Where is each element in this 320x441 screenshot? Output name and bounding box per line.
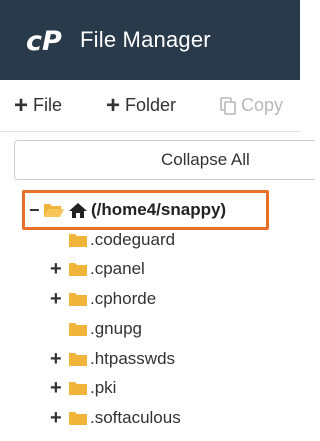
- cpanel-logo-icon: cP: [26, 26, 62, 55]
- expand-plus-icon[interactable]: +: [50, 408, 62, 428]
- tree-item-label: .cphorde: [90, 289, 157, 308]
- new-file-button[interactable]: + File: [14, 91, 63, 119]
- expand-plus-icon[interactable]: +: [50, 289, 62, 309]
- tree-item-pki[interactable]: + .pki: [0, 374, 300, 402]
- folder-icon: [69, 353, 87, 366]
- folder-icon: [69, 263, 87, 276]
- collapse-minus-icon[interactable]: −: [29, 200, 43, 221]
- tree-item-htpasswds[interactable]: + .htpasswds: [0, 345, 300, 373]
- folder-icon: [69, 382, 87, 395]
- tree-root-label: (/home4/snappy): [91, 200, 227, 219]
- expand-plus-icon[interactable]: +: [50, 378, 62, 398]
- new-folder-label: Folder: [125, 95, 177, 115]
- tree-root-home[interactable]: − (/home4/snappy): [22, 190, 269, 230]
- expand-plus-icon[interactable]: +: [50, 349, 62, 369]
- tree-item-gnupg[interactable]: .gnupg: [0, 315, 300, 343]
- copy-icon: [220, 96, 236, 115]
- tree-item-label: .softaculous: [90, 408, 181, 427]
- tree-item-label: .gnupg: [90, 319, 142, 338]
- tree-item-label: .htpasswds: [90, 349, 176, 368]
- new-file-label: File: [33, 95, 63, 115]
- folder-icon: [69, 234, 87, 247]
- copy-label: Copy: [241, 95, 284, 115]
- expand-plus-icon[interactable]: +: [50, 259, 62, 279]
- folder-icon: [69, 323, 87, 336]
- folder-open-icon: [44, 203, 64, 217]
- home-icon: [69, 202, 87, 218]
- folder-icon: [69, 412, 87, 425]
- folder-icon: [69, 293, 87, 306]
- tree-item-label: .codeguard: [90, 230, 176, 249]
- tree-item-codeguard[interactable]: .codeguard: [0, 226, 300, 254]
- app-title: File Manager: [80, 27, 211, 52]
- collapse-all-button[interactable]: Collapse All: [14, 140, 314, 180]
- tree-item-softaculous[interactable]: + .softaculous: [0, 404, 300, 432]
- svg-text:cP: cP: [26, 26, 62, 55]
- tree-item-cphorde[interactable]: + .cphorde: [0, 285, 300, 313]
- copy-button[interactable]: Copy: [220, 95, 283, 116]
- new-folder-button[interactable]: + Folder: [106, 91, 177, 119]
- tree-item-label: .pki: [90, 378, 117, 397]
- toolbar: + File + Folder Copy: [0, 80, 300, 132]
- plus-icon: +: [14, 91, 29, 119]
- tree-item-label: .cpanel: [90, 259, 145, 278]
- app-header: cP File Manager: [0, 0, 300, 80]
- plus-icon: +: [106, 91, 121, 119]
- tree-item-cpanel[interactable]: + .cpanel: [0, 255, 300, 283]
